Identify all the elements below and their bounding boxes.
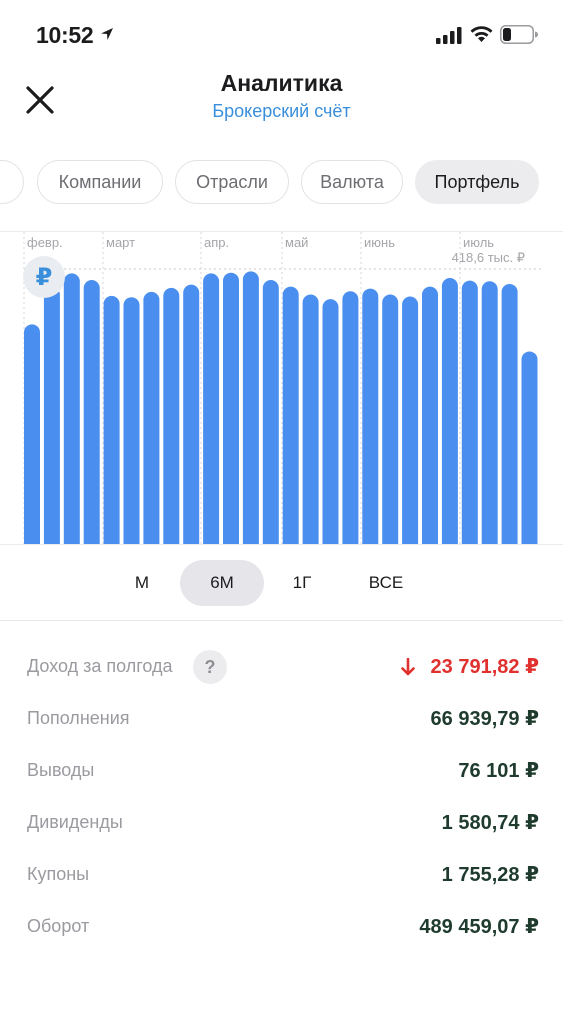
stat-value: 76 101 ₽ <box>458 760 539 782</box>
chart-bar[interactable] <box>362 288 379 545</box>
chart-bar[interactable] <box>481 281 498 545</box>
stat-label: Дивиденды <box>27 812 123 832</box>
chart-bar[interactable] <box>203 273 220 545</box>
chip-currency[interactable]: Валюта <box>301 160 403 204</box>
currency-badge[interactable]: ₽ <box>23 256 65 298</box>
stat-label: Купоны <box>27 864 90 884</box>
chart-bar[interactable] <box>342 291 359 545</box>
month-label: июль <box>463 235 494 250</box>
stat-dividends: Дивиденды 1 580,74 ₽ <box>0 804 563 844</box>
month-label: июнь <box>364 235 395 250</box>
status-bar: 10:52 <box>0 0 563 70</box>
arrow-down-icon <box>401 658 415 676</box>
period-selector: М 6М 1Г ВСЕ <box>0 560 563 606</box>
stat-value: 23 791,82 ₽ <box>430 656 539 678</box>
chip-industries[interactable]: Отрасли <box>175 160 289 204</box>
chart-bar[interactable] <box>262 280 279 545</box>
month-label: февр. <box>27 235 63 250</box>
chip-portfolio[interactable]: Портфель <box>415 160 539 204</box>
period-1y[interactable]: 1Г <box>272 560 332 606</box>
chart-bar[interactable] <box>163 288 180 545</box>
location-arrow-icon <box>101 28 113 40</box>
bar-chart: февр. март апр. май июнь июль418,6 тыс. ₽ <box>23 232 543 545</box>
month-label: март <box>106 235 135 250</box>
chart-bar[interactable] <box>223 272 239 545</box>
chip-companies[interactable]: Компании <box>37 160 163 204</box>
page-title: Аналитика <box>220 70 343 96</box>
stat-value: 1 580,74 ₽ <box>441 812 539 834</box>
chart-bar[interactable] <box>143 291 160 545</box>
stat-income: Доход за полгода ? 23 791,82 ₽ <box>0 648 563 688</box>
month-label: апр. <box>204 235 229 250</box>
stat-deposits: Пополнения 66 939,79 ₽ <box>0 700 563 740</box>
portfolio-chart[interactable]: февр. март апр. май июнь июль 418,6 тыс. ₽ <box>0 231 563 545</box>
chart-bar[interactable] <box>402 296 419 545</box>
chart-bar[interactable] <box>83 280 100 545</box>
cellular-signal-icon <box>436 27 462 44</box>
chart-bar[interactable] <box>103 295 120 545</box>
stat-coupons: Купоны 1 755,28 ₽ <box>0 856 563 896</box>
help-button[interactable]: ? <box>193 650 227 684</box>
chart-bar[interactable] <box>242 271 259 545</box>
account-subtitle[interactable]: Брокерский счёт <box>0 101 563 122</box>
chart-bar[interactable] <box>183 284 200 545</box>
chart-bar[interactable] <box>282 286 299 545</box>
chart-bar[interactable] <box>382 294 399 545</box>
chart-bar[interactable] <box>43 286 60 545</box>
stat-value: 66 939,79 ₽ <box>430 708 539 730</box>
chart-bar[interactable] <box>123 297 140 545</box>
month-label: май <box>285 235 308 250</box>
battery-icon <box>500 25 538 44</box>
chip-partial[interactable]: ы <box>0 160 24 204</box>
chart-bar[interactable] <box>24 324 40 545</box>
chart-bar[interactable] <box>461 280 478 545</box>
chart-bar[interactable] <box>521 351 538 545</box>
chart-bar[interactable] <box>501 284 518 545</box>
period-all[interactable]: ВСЕ <box>352 560 420 606</box>
stat-withdrawals: Выводы 76 101 ₽ <box>0 752 563 792</box>
chart-bar[interactable] <box>63 273 80 545</box>
stat-label: Пополнения <box>27 708 130 728</box>
chart-bar[interactable] <box>441 278 458 545</box>
period-6m[interactable]: 6М <box>180 560 264 606</box>
stat-label: Выводы <box>27 760 95 780</box>
chart-bar[interactable] <box>422 286 438 545</box>
stat-label: Оборот <box>27 916 90 936</box>
max-value-label: 418,6 тыс. ₽ <box>452 250 525 265</box>
chart-bar[interactable] <box>322 299 339 545</box>
divider <box>0 620 563 621</box>
chart-bar[interactable] <box>302 294 319 545</box>
stat-value: 1 755,28 ₽ <box>441 864 539 886</box>
stat-label: Доход за полгода <box>27 656 173 676</box>
wifi-icon <box>470 26 493 42</box>
stat-value: 489 459,07 ₽ <box>419 916 539 938</box>
stat-turnover: Оборот 489 459,07 ₽ <box>0 908 563 948</box>
analytics-tabs: ы Компании Отрасли Валюта Портфель <box>0 160 563 204</box>
period-month[interactable]: М <box>112 560 172 606</box>
status-time: 10:52 <box>36 22 94 48</box>
